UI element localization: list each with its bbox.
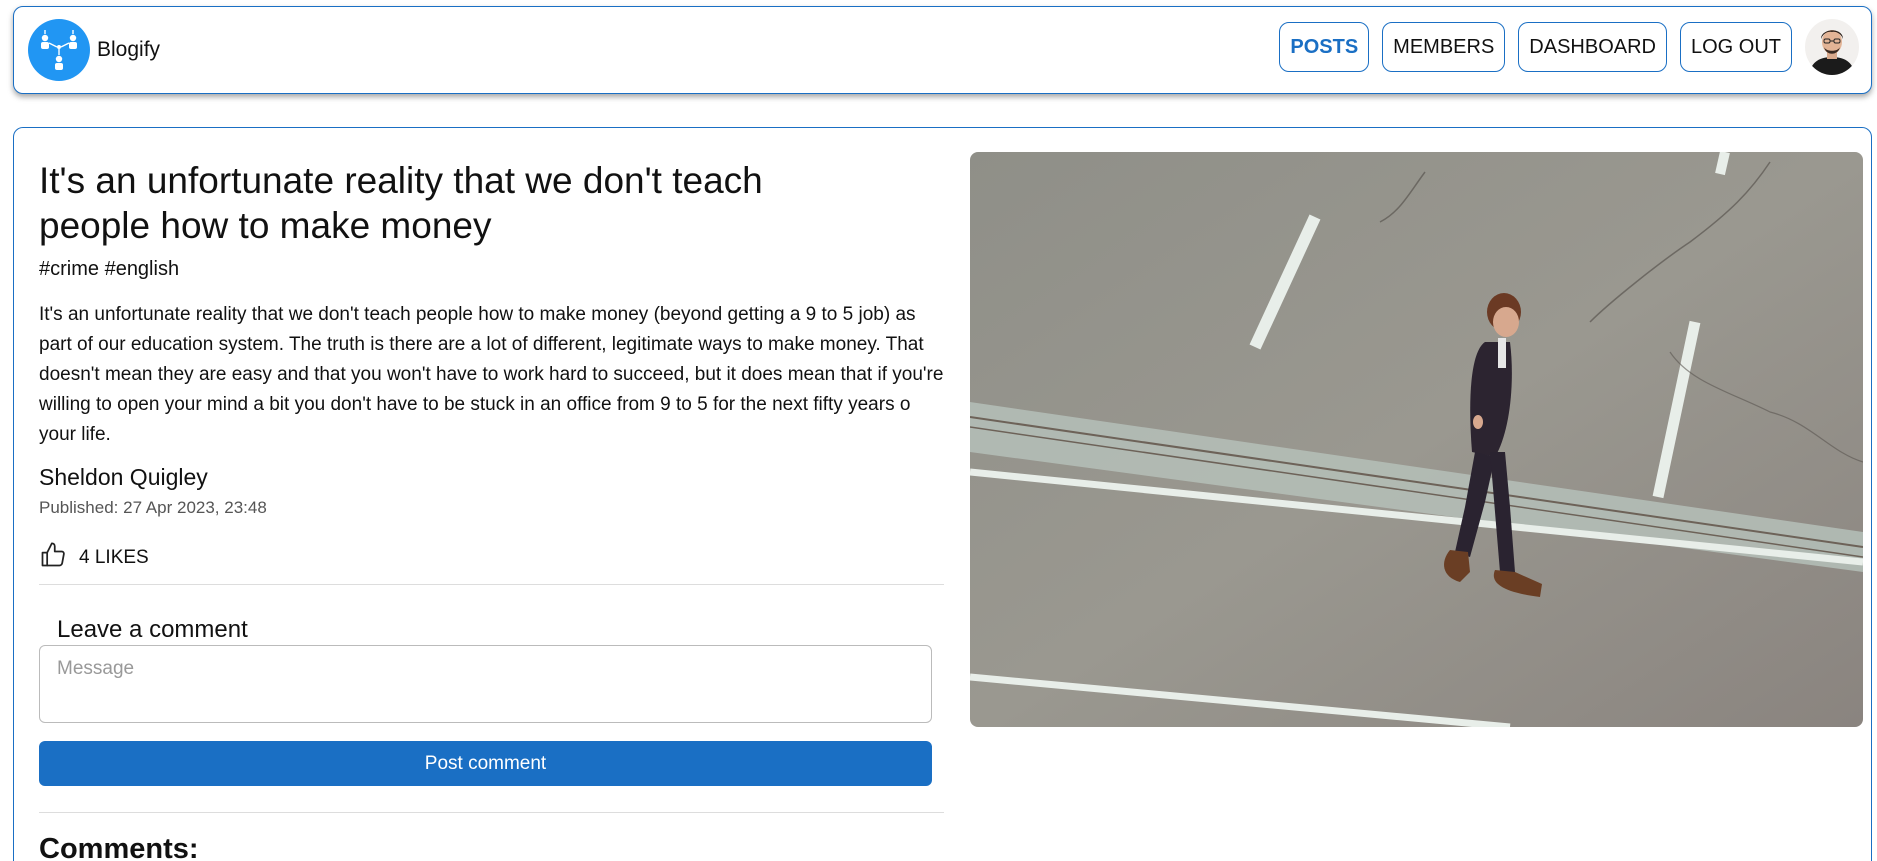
thumbs-up-icon bbox=[39, 541, 67, 574]
message-field[interactable] bbox=[39, 645, 932, 723]
network-people-icon bbox=[28, 19, 90, 81]
like-button[interactable]: 4 LIKES bbox=[39, 541, 149, 574]
nav-logout-button[interactable]: LOG OUT bbox=[1679, 22, 1792, 72]
divider bbox=[39, 812, 944, 813]
brand-name: Blogify bbox=[97, 38, 161, 61]
nav-links: POSTS MEMBERS DASHBOARD LOG OUT bbox=[1279, 19, 1859, 75]
post-body: It's an unfortunate reality that we don'… bbox=[39, 304, 944, 445]
post-title: It's an unfortunate reality that we don'… bbox=[39, 160, 763, 246]
post-tags: #crime #english bbox=[39, 258, 180, 280]
post-author: Sheldon Quigley bbox=[39, 464, 208, 490]
comments-heading: Comments: bbox=[39, 833, 199, 861]
post-card: It's an unfortunate reality that we don'… bbox=[13, 127, 1872, 861]
post-comment-button[interactable]: Post comment bbox=[39, 741, 932, 786]
user-avatar[interactable] bbox=[1805, 19, 1859, 75]
post-image bbox=[970, 152, 1863, 727]
nav-dashboard-button[interactable]: DASHBOARD bbox=[1518, 22, 1667, 72]
nav-members-button[interactable]: MEMBERS bbox=[1382, 22, 1506, 72]
brand-link[interactable]: Blogify bbox=[28, 19, 160, 81]
divider bbox=[39, 584, 944, 585]
nav-posts-button[interactable]: POSTS bbox=[1279, 22, 1370, 72]
post-published-date: Published: 27 Apr 2023, 23:48 bbox=[39, 498, 267, 517]
likes-count: 4 LIKES bbox=[79, 546, 149, 568]
leave-comment-heading: Leave a comment bbox=[57, 616, 248, 643]
navbar: Blogify POSTS MEMBERS DASHBOARD LOG OUT bbox=[13, 6, 1872, 94]
